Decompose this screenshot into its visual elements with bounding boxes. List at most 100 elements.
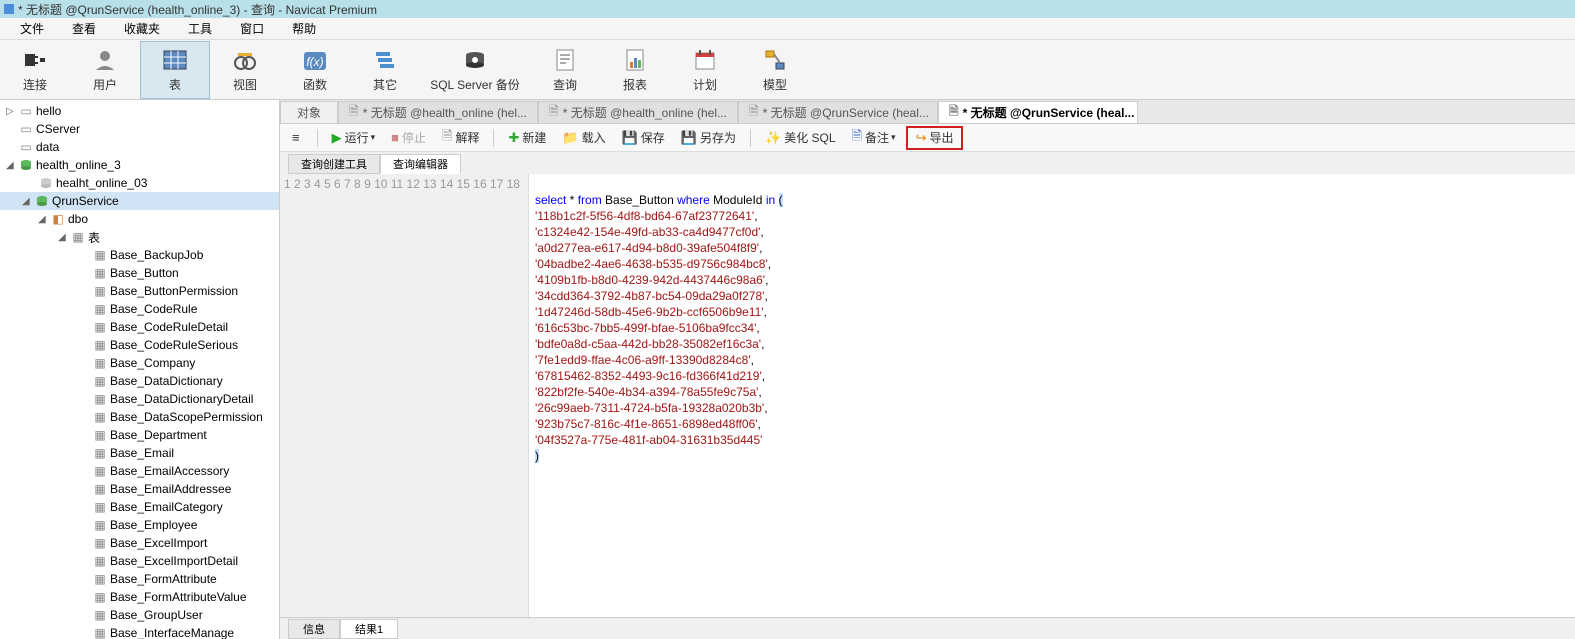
tree-table-item[interactable]: ▦Base_ButtonPermission: [0, 282, 279, 300]
result-tabs: 信息结果1: [280, 617, 1575, 639]
tree-tables-folder[interactable]: ◢ ▦ 表: [0, 228, 279, 246]
tree-table-item[interactable]: ▦Base_Employee: [0, 516, 279, 534]
tree-table-item[interactable]: ▦Base_FormAttribute: [0, 570, 279, 588]
table-icon: ▦: [92, 626, 108, 639]
table-icon: ▦: [92, 464, 108, 478]
expand-icon[interactable]: ◢: [38, 214, 50, 225]
model-icon: [761, 46, 789, 74]
toolbar-user[interactable]: 用户: [70, 41, 140, 99]
tree-label: dbo: [68, 212, 88, 226]
table-icon: ▦: [92, 320, 108, 334]
tree-db-health[interactable]: ◢ health_online_3: [0, 156, 279, 174]
table-icon: ▦: [92, 608, 108, 622]
tree-label: Base_BackupJob: [110, 248, 203, 262]
tree-conn-hello[interactable]: ▷▭hello: [0, 102, 279, 120]
tree-schema-dbo[interactable]: ◢ ◧ dbo: [0, 210, 279, 228]
table-icon: ▦: [92, 500, 108, 514]
tree-label: QrunService: [52, 194, 119, 208]
load-button[interactable]: 📁载入: [556, 127, 611, 149]
stop-button[interactable]: ■停止: [385, 127, 432, 149]
menu-favorites[interactable]: 收藏夹: [110, 20, 174, 37]
result-tab[interactable]: 信息: [288, 619, 340, 639]
tree-label: Base_InterfaceManage: [110, 626, 234, 639]
table-icon: ▦: [92, 590, 108, 604]
toolbar-model[interactable]: 模型: [740, 41, 810, 99]
tree-table-item[interactable]: ▦Base_ExcelImport: [0, 534, 279, 552]
expand-icon[interactable]: ◢: [22, 196, 34, 207]
toolbar-other[interactable]: 其它: [350, 41, 420, 99]
connection-icon: ▭: [18, 140, 34, 154]
tree-label: Base_DataDictionaryDetail: [110, 392, 253, 406]
tree-table-item[interactable]: ▦Base_DataScopePermission: [0, 408, 279, 426]
query-subtab[interactable]: 查询创建工具: [288, 154, 380, 174]
menu-file[interactable]: 文件: [6, 20, 58, 37]
doc-tab[interactable]: 🗎* 无标题 @health_online (hel...: [338, 101, 538, 123]
toolbar-report[interactable]: 报表: [600, 41, 670, 99]
tree-table-item[interactable]: ▦Base_FormAttributeValue: [0, 588, 279, 606]
toolbar-connect[interactable]: 连接: [0, 41, 70, 99]
menu-window[interactable]: 窗口: [226, 20, 278, 37]
toolbar-sqlbackup[interactable]: SQL Server 备份: [420, 41, 530, 99]
table-icon: ▦: [92, 572, 108, 586]
tree-table-item[interactable]: ▦Base_DataDictionary: [0, 372, 279, 390]
query-subtab[interactable]: 查询编辑器: [380, 154, 461, 174]
query-tab-icon: 🗎: [949, 102, 959, 123]
table-icon: ▦: [92, 338, 108, 352]
backup-icon: [461, 46, 489, 74]
comment-button[interactable]: 🗎备注▾: [846, 127, 902, 149]
tree-conn-data[interactable]: ▭data: [0, 138, 279, 156]
hamburger-icon[interactable]: ≡: [286, 127, 309, 149]
menu-tools[interactable]: 工具: [174, 20, 226, 37]
toolbar-view[interactable]: 视图: [210, 41, 280, 99]
tree-table-item[interactable]: ▦Base_CodeRuleSerious: [0, 336, 279, 354]
connection-tree[interactable]: ▷▭hello▭CServer▭data ◢ health_online_3 h…: [0, 100, 280, 639]
tree-label: Base_DataScopePermission: [110, 410, 263, 424]
run-button[interactable]: ▶运行▾: [326, 127, 382, 149]
tree-table-item[interactable]: ▦Base_EmailAddressee: [0, 480, 279, 498]
tree-table-item[interactable]: ▦Base_DataDictionaryDetail: [0, 390, 279, 408]
table-icon: ▦: [92, 518, 108, 532]
explain-button[interactable]: 🗎解释: [436, 127, 485, 149]
menu-help[interactable]: 帮助: [278, 20, 330, 37]
beautify-button[interactable]: ✨美化 SQL: [759, 127, 842, 149]
expand-icon[interactable]: ◢: [58, 232, 70, 243]
toolbar-func[interactable]: f(x)函数: [280, 41, 350, 99]
new-button[interactable]: ✚新建: [502, 127, 552, 149]
toolbar-schedule[interactable]: 计划: [670, 41, 740, 99]
expand-icon[interactable]: ◢: [6, 160, 18, 171]
doc-tab[interactable]: 🗎* 无标题 @QrunService (heal...: [938, 101, 1138, 123]
doc-tab[interactable]: 🗎* 无标题 @QrunService (heal...: [738, 101, 938, 123]
calendar-icon: [691, 46, 719, 74]
tree-label: Base_Department: [110, 428, 207, 442]
tree-table-item[interactable]: ▦Base_InterfaceManage: [0, 624, 279, 639]
expand-icon[interactable]: ▷: [6, 106, 18, 117]
doc-tab[interactable]: 🗎* 无标题 @health_online (hel...: [538, 101, 738, 123]
tree-table-item[interactable]: ▦Base_Email: [0, 444, 279, 462]
tree-table-item[interactable]: ▦Base_Department: [0, 426, 279, 444]
tree-db-health-child[interactable]: healht_online_03: [0, 174, 279, 192]
save-button[interactable]: 💾保存: [616, 127, 671, 149]
table-icon: ▦: [92, 266, 108, 280]
tree-table-item[interactable]: ▦Base_Company: [0, 354, 279, 372]
doc-tab[interactable]: 对象: [280, 101, 338, 123]
tree-table-item[interactable]: ▦Base_EmailCategory: [0, 498, 279, 516]
menu-view[interactable]: 查看: [58, 20, 110, 37]
tree-table-item[interactable]: ▦Base_Button: [0, 264, 279, 282]
tree-table-item[interactable]: ▦Base_BackupJob: [0, 246, 279, 264]
tree-label: Base_ExcelImport: [110, 536, 207, 550]
tree-table-item[interactable]: ▦Base_CodeRule: [0, 300, 279, 318]
tree-table-item[interactable]: ▦Base_GroupUser: [0, 606, 279, 624]
toolbar-query[interactable]: 查询: [530, 41, 600, 99]
sql-editor[interactable]: 1 2 3 4 5 6 7 8 9 10 11 12 13 14 15 16 1…: [280, 174, 1575, 617]
saveas-button[interactable]: 💾另存为: [675, 127, 742, 149]
toolbar-label: 视图: [233, 76, 257, 93]
tree-conn-CServer[interactable]: ▭CServer: [0, 120, 279, 138]
tree-table-item[interactable]: ▦Base_EmailAccessory: [0, 462, 279, 480]
export-button[interactable]: ↪导出: [910, 127, 960, 149]
result-tab[interactable]: 结果1: [340, 619, 398, 639]
tree-db-qrun[interactable]: ◢ QrunService: [0, 192, 279, 210]
toolbar-table[interactable]: 表: [140, 41, 210, 99]
tree-table-item[interactable]: ▦Base_CodeRuleDetail: [0, 318, 279, 336]
tree-table-item[interactable]: ▦Base_ExcelImportDetail: [0, 552, 279, 570]
sql-code[interactable]: select * from Base_Button where ModuleId…: [529, 174, 789, 617]
